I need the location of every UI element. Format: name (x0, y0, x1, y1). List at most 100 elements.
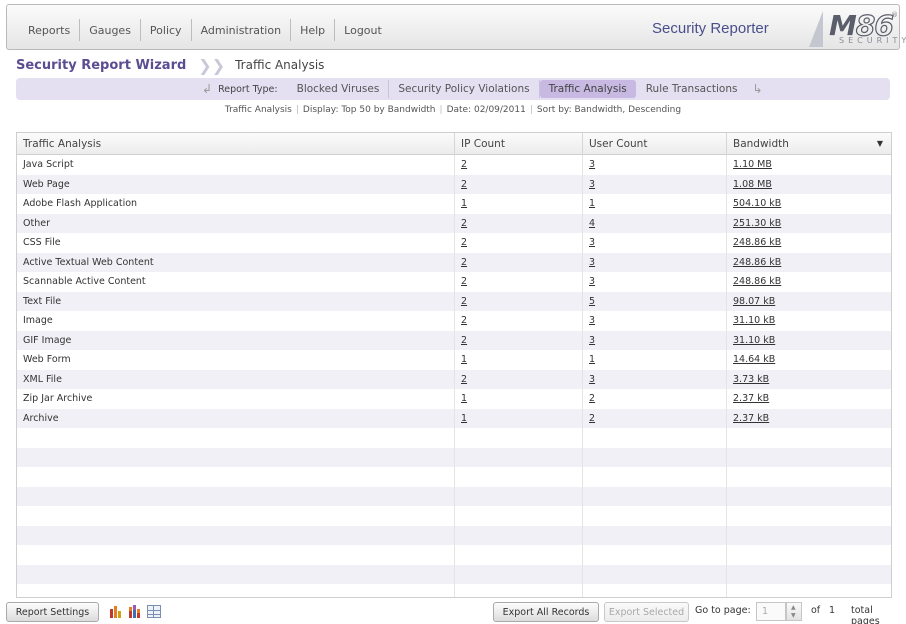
cell-bandwidth-link[interactable]: 248.86 kB (733, 257, 781, 268)
cell-bandwidth-link[interactable]: 2.37 kB (733, 393, 769, 404)
cell-bandwidth-link[interactable]: 248.86 kB (733, 276, 781, 287)
cell-ip-count-link[interactable]: 2 (461, 257, 467, 268)
cell-ip-count-link[interactable]: 1 (461, 413, 467, 424)
cell-user-count-link[interactable]: 3 (589, 276, 595, 287)
bar-chart-icon[interactable] (109, 605, 123, 618)
table-row[interactable]: Text File 2 5 98.07 kB (17, 291, 891, 311)
table-row[interactable]: Archive 1 2 2.37 kB (17, 408, 891, 429)
cell-user-count-link[interactable]: 4 (589, 218, 595, 229)
cell-bandwidth-link[interactable]: 98.07 kB (733, 296, 775, 307)
tab-security-policy-violations[interactable]: Security Policy Violations (389, 80, 540, 98)
empty-table-row (17, 428, 891, 448)
table-row[interactable]: Adobe Flash Application 1 1 504.10 kB (17, 194, 891, 214)
cell-traffic-type: Image (17, 311, 455, 331)
menu-item-logout[interactable]: Logout (335, 19, 391, 41)
cell-ip-count-link[interactable]: 2 (461, 374, 467, 385)
cell-ip-count-link[interactable]: 2 (461, 218, 467, 229)
menu-item-administration[interactable]: Administration (192, 19, 292, 41)
tab-traffic-analysis[interactable]: Traffic Analysis (539, 80, 636, 98)
table-row[interactable]: XML File 2 3 3.73 kB (17, 369, 891, 389)
cell-bandwidth-link[interactable]: 251.30 kB (733, 218, 781, 229)
cell-ip-count-link[interactable]: 2 (461, 237, 467, 248)
table-grid-icon[interactable] (147, 605, 161, 618)
empty-table-row (17, 525, 891, 545)
cell-traffic-type: Active Textual Web Content (17, 252, 455, 272)
cell-bandwidth: 2.37 kB (727, 409, 891, 429)
cell-bandwidth: 248.86 kB (727, 253, 891, 273)
cell-user-count-link[interactable]: 3 (589, 257, 595, 268)
cell-user-count-link[interactable]: 3 (589, 159, 595, 170)
breadcrumb-wizard[interactable]: Security Report Wizard (16, 58, 186, 73)
cell-bandwidth-link[interactable]: 504.10 kB (733, 198, 781, 209)
table-row[interactable]: Image 2 3 31.10 kB (17, 311, 891, 331)
cell-bandwidth-link[interactable]: 248.86 kB (733, 237, 781, 248)
cell-bandwidth-link[interactable]: 31.10 kB (733, 335, 775, 346)
cell-user-count-link[interactable]: 5 (589, 296, 595, 307)
cell-ip-count-link[interactable]: 2 (461, 159, 467, 170)
cell-user-count-link[interactable]: 3 (589, 237, 595, 248)
cell-user-count-link[interactable]: 3 (589, 315, 595, 326)
export-all-records-button[interactable]: Export All Records (493, 602, 599, 622)
menu-item-help[interactable]: Help (291, 19, 336, 41)
page-spinner[interactable]: ▲ ▼ (786, 602, 802, 621)
menu-item-policy[interactable]: Policy (141, 19, 192, 41)
spinner-up-icon[interactable]: ▲ (791, 605, 796, 611)
cell-ip-count: 2 (455, 330, 583, 350)
empty-cell (17, 486, 455, 506)
cell-user-count-link[interactable]: 2 (589, 413, 595, 424)
cell-ip-count-link[interactable]: 1 (461, 198, 467, 209)
menu-item-gauges[interactable]: Gauges (80, 19, 141, 41)
cell-ip-count-link[interactable]: 2 (461, 276, 467, 287)
cell-user-count-link[interactable]: 3 (589, 179, 595, 190)
spinner-down-icon[interactable]: ▼ (791, 613, 796, 619)
cell-traffic-type: Adobe Flash Application (17, 194, 455, 214)
table-row[interactable]: Active Textual Web Content 2 3 248.86 kB (17, 252, 891, 273)
cell-ip-count-link[interactable]: 2 (461, 315, 467, 326)
cell-user-count: 3 (583, 330, 727, 350)
cell-user-count-link[interactable]: 1 (589, 198, 595, 209)
cell-bandwidth-link[interactable]: 14.64 kB (733, 354, 775, 365)
cell-bandwidth-link[interactable]: 1.08 MB (733, 179, 772, 190)
cell-bandwidth: 31.10 kB (727, 331, 891, 351)
page-number-input[interactable] (756, 602, 786, 621)
cell-ip-count-link[interactable]: 1 (461, 393, 467, 404)
menu-item-reports[interactable]: Reports (19, 19, 81, 41)
cell-ip-count-link[interactable]: 2 (461, 296, 467, 307)
cell-user-count-link[interactable]: 2 (589, 393, 595, 404)
cell-bandwidth-link[interactable]: 1.10 MB (733, 159, 772, 170)
cell-ip-count-link[interactable]: 1 (461, 354, 467, 365)
cell-user-count-link[interactable]: 1 (589, 354, 595, 365)
cell-traffic-type: Web Page (17, 174, 455, 194)
report-settings-button[interactable]: Report Settings (6, 602, 99, 622)
table-row[interactable]: Web Page 2 3 1.08 MB (17, 174, 891, 194)
cell-user-count: 3 (583, 252, 727, 272)
export-selected-button[interactable]: Export Selected (604, 602, 689, 622)
cell-user-count-link[interactable]: 3 (589, 335, 595, 346)
table-row[interactable]: Zip Jar Archive 1 2 2.37 kB (17, 389, 891, 409)
cell-bandwidth-link[interactable]: 31.10 kB (733, 315, 775, 326)
empty-table-row (17, 467, 891, 487)
main-menu: Reports Gauges Policy Administration Hel… (19, 19, 391, 41)
tab-blocked-viruses[interactable]: Blocked Viruses (288, 80, 390, 98)
cell-bandwidth-link[interactable]: 3.73 kB (733, 374, 769, 385)
cell-traffic-type: Java Script (17, 155, 455, 175)
table-row[interactable]: GIF Image 2 3 31.10 kB (17, 330, 891, 351)
table-row[interactable]: Web Form 1 1 14.64 kB (17, 350, 891, 370)
table-row[interactable]: Scannable Active Content 2 3 248.86 kB (17, 272, 891, 292)
sort-descending-icon[interactable]: ▼ (877, 133, 883, 155)
cell-ip-count-link[interactable]: 2 (461, 335, 467, 346)
stacked-bar-chart-icon[interactable] (128, 605, 142, 618)
cell-traffic-type: Scannable Active Content (17, 272, 455, 292)
table-row[interactable]: Java Script 2 3 1.10 MB (17, 155, 891, 175)
column-header-bandwidth[interactable]: Bandwidth ▼ (727, 133, 891, 155)
cell-user-count-link[interactable]: 3 (589, 374, 595, 385)
tab-rule-transactions[interactable]: Rule Transactions (637, 80, 747, 98)
column-header-ip-count[interactable]: IP Count (455, 133, 583, 155)
cell-bandwidth-link[interactable]: 2.37 kB (733, 413, 769, 424)
table-row[interactable]: CSS File 2 3 248.86 kB (17, 233, 891, 253)
table-row[interactable]: Other 2 4 251.30 kB (17, 213, 891, 233)
cell-traffic-type: Archive (17, 408, 455, 428)
cell-ip-count-link[interactable]: 2 (461, 179, 467, 190)
column-header-user-count[interactable]: User Count (583, 133, 727, 155)
column-header-traffic-analysis[interactable]: Traffic Analysis (17, 133, 455, 155)
